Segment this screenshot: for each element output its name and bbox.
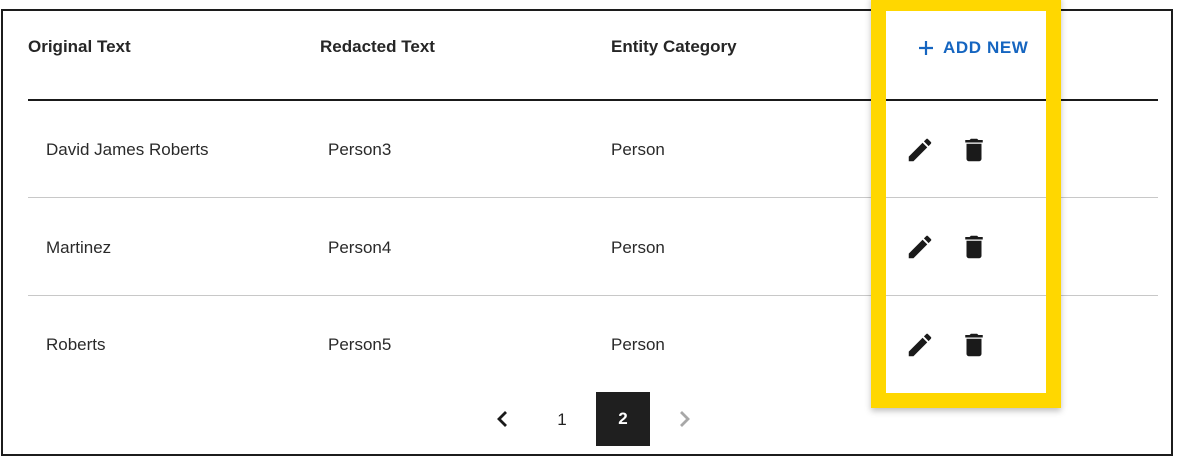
cell-original-text: Martinez (46, 238, 112, 257)
chevron-right-icon (680, 411, 690, 427)
cell-original-text: David James Roberts (46, 140, 209, 159)
column-header-original-text: Original Text (28, 37, 131, 56)
cell-redacted-text: Person4 (328, 238, 392, 257)
previous-page-button[interactable] (491, 407, 515, 431)
cell-entity-category: Person (611, 335, 665, 354)
cell-entity-category: Person (611, 140, 665, 159)
chevron-left-icon (497, 411, 507, 427)
cell-entity-category: Person (611, 238, 665, 257)
page-button-1[interactable]: 1 (552, 410, 572, 430)
page-button-current[interactable]: 2 (596, 392, 650, 446)
column-header-redacted-text: Redacted Text (320, 37, 435, 56)
next-page-button[interactable] (672, 407, 696, 431)
actions-column-highlight (871, 0, 1061, 408)
column-header-entity-category: Entity Category (611, 37, 737, 56)
cell-redacted-text: Person5 (328, 335, 392, 354)
cell-original-text: Roberts (46, 335, 106, 354)
cell-redacted-text: Person3 (328, 140, 392, 159)
